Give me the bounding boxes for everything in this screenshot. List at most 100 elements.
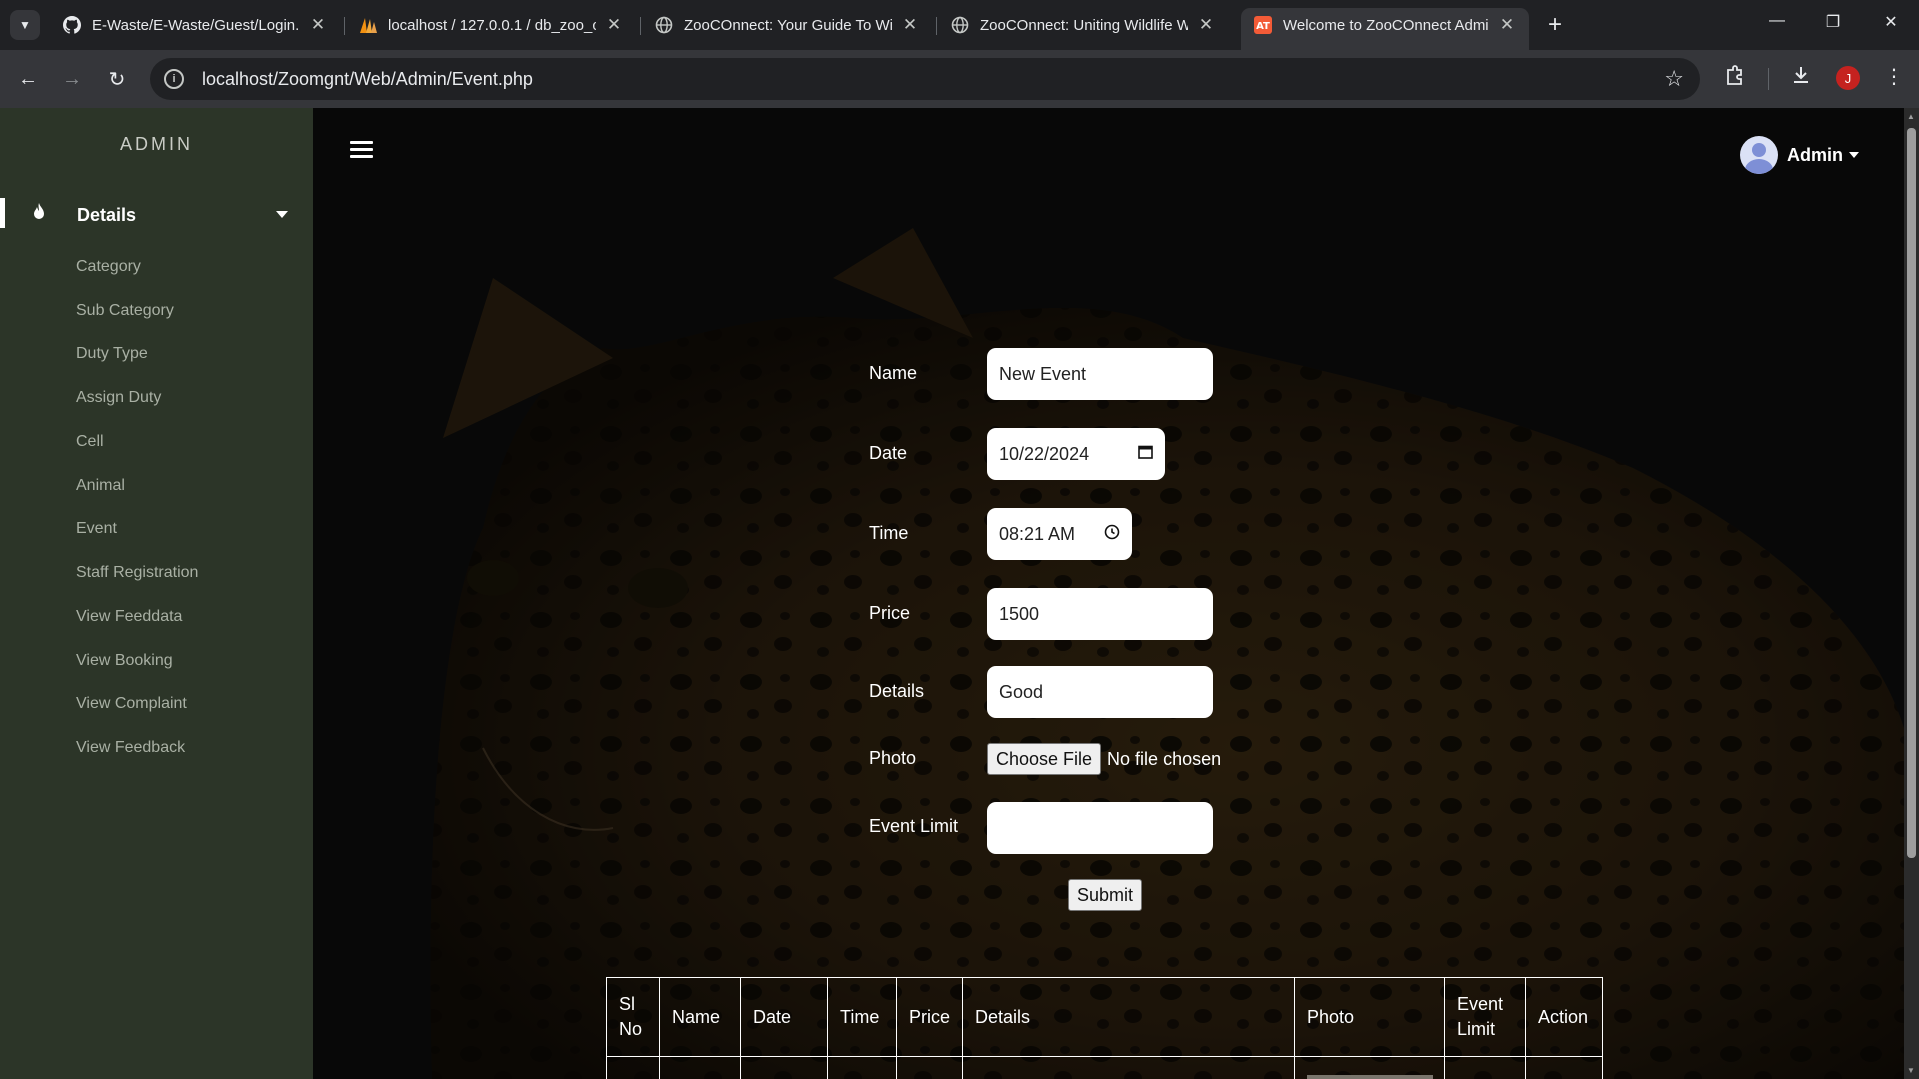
- globe-icon: [950, 15, 970, 35]
- globe-icon: [654, 15, 674, 35]
- site-info-icon[interactable]: i: [164, 69, 184, 89]
- reload-icon[interactable]: ↻: [101, 63, 133, 95]
- event-photo-thumbnail: [1307, 1074, 1434, 1079]
- sidebar-section-label: Details: [77, 205, 137, 225]
- sidebar-item-assign-duty[interactable]: Assign Duty: [76, 389, 161, 407]
- close-icon[interactable]: ✕: [604, 15, 624, 35]
- col-action: Action: [1525, 977, 1604, 1057]
- scrollbar-thumb[interactable]: [1907, 128, 1916, 858]
- sidebar-item-view-feeddata[interactable]: View Feeddata: [76, 608, 182, 626]
- scroll-up-icon[interactable]: ▲: [1907, 112, 1915, 121]
- close-icon[interactable]: ✕: [900, 15, 920, 35]
- choose-file-button[interactable]: Choose File: [987, 743, 1102, 775]
- tab-title: ZooCOnnect: Uniting Wildlife W: [980, 16, 1188, 34]
- main-content: Admin Name New Event Date 10/22/2024 Tim…: [313, 108, 1904, 1079]
- col-photo: Photo: [1294, 977, 1446, 1057]
- calendar-icon[interactable]: [1138, 444, 1153, 464]
- tab-title: localhost / 127.0.0.1 / db_zoo_c: [388, 16, 596, 34]
- photo-label: Photo: [869, 748, 917, 768]
- sidebar-item-view-feedback[interactable]: View Feedback: [76, 739, 185, 757]
- details-label: Details: [869, 681, 925, 701]
- col-details: Details: [962, 977, 1296, 1057]
- tab-zooconnect-guide[interactable]: ZooCOnnect: Your Guide To Wil ✕: [642, 8, 932, 42]
- col-sl-no: Sl No: [606, 977, 660, 1057]
- download-icon[interactable]: [1790, 64, 1812, 92]
- svg-text:AT: AT: [1256, 21, 1270, 32]
- sidebar-item-staff-registration[interactable]: Staff Registration: [76, 564, 198, 582]
- admin-user-menu[interactable]: Admin: [1740, 136, 1859, 174]
- tab-search-icon[interactable]: ▼: [10, 10, 40, 40]
- tab-zooconnect-uniting[interactable]: ZooCOnnect: Uniting Wildlife W ✕: [938, 8, 1228, 42]
- col-price: Price: [895, 977, 964, 1057]
- forward-icon[interactable]: →: [56, 63, 88, 95]
- sidebar-item-view-complaint[interactable]: View Complaint: [76, 695, 187, 713]
- tab-title: ZooCOnnect: Your Guide To Wil: [684, 16, 892, 34]
- page-scrollbar[interactable]: ▲ ▼: [1904, 108, 1919, 1079]
- clock-icon[interactable]: [1104, 524, 1120, 545]
- github-icon: [62, 15, 82, 35]
- name-value: New Event: [999, 363, 1087, 384]
- chevron-down-icon: [1849, 152, 1859, 158]
- sidebar-item-duty-type[interactable]: Duty Type: [76, 345, 148, 363]
- fire-icon: [34, 203, 44, 219]
- date-label: Date: [869, 443, 908, 463]
- close-icon[interactable]: ✕: [1196, 15, 1216, 35]
- bookmark-star-icon[interactable]: ☆: [1664, 66, 1684, 92]
- price-label: Price: [869, 603, 911, 623]
- sidebar-brand: ADMIN: [120, 134, 193, 154]
- user-avatar-icon: [1740, 136, 1778, 174]
- sidebar: ADMIN Details Category Sub Category Duty…: [0, 108, 313, 1079]
- scroll-down-icon[interactable]: ▼: [1907, 1066, 1915, 1075]
- time-field[interactable]: 08:21 AM: [987, 508, 1132, 560]
- col-name: Name: [659, 977, 741, 1057]
- sidebar-item-view-booking[interactable]: View Booking: [76, 652, 173, 670]
- col-time: Time: [827, 977, 897, 1057]
- admin-template-icon: AT: [1253, 15, 1273, 35]
- browser-toolbar: ← → ↻ i localhost/Zoomgnt/Web/Admin/Even…: [0, 50, 1919, 108]
- details-value: Good: [999, 681, 1044, 702]
- menu-toggle-icon[interactable]: [350, 141, 373, 159]
- tab-strip: ▼ E-Waste/E-Waste/Guest/Login.p ✕ localh…: [0, 0, 1919, 50]
- tab-title: E-Waste/E-Waste/Guest/Login.p: [92, 16, 300, 34]
- col-event-limit: Event Limit: [1444, 977, 1527, 1057]
- sidebar-section-details[interactable]: Details: [0, 198, 313, 232]
- close-icon[interactable]: ✕: [308, 15, 328, 35]
- tab-zooconnect-admin[interactable]: AT Welcome to ZooCOnnect Admi ✕: [1241, 8, 1529, 50]
- url-text: localhost/Zoomgnt/Web/Admin/Event.php: [202, 68, 533, 89]
- sidebar-item-cell[interactable]: Cell: [76, 433, 104, 451]
- event-limit-label: Event Limit: [869, 816, 959, 836]
- name-field[interactable]: New Event: [987, 348, 1213, 400]
- photo-file-input: Choose File No file chosen: [987, 743, 1221, 775]
- sidebar-item-category[interactable]: Category: [76, 258, 141, 276]
- address-bar[interactable]: i localhost/Zoomgnt/Web/Admin/Event.php …: [150, 58, 1700, 100]
- event-limit-field[interactable]: [987, 802, 1213, 854]
- table-row: [606, 1056, 1604, 1079]
- time-label: Time: [869, 523, 909, 543]
- name-label: Name: [869, 363, 918, 383]
- tab-ewaste[interactable]: E-Waste/E-Waste/Guest/Login.p ✕: [50, 8, 340, 42]
- active-indicator: [0, 198, 5, 228]
- extensions-icon[interactable]: [1724, 64, 1746, 92]
- events-table: Sl No Name Date Time Price Details Photo …: [606, 977, 1604, 1079]
- details-field[interactable]: Good: [987, 666, 1213, 718]
- menu-kebab-icon[interactable]: ⋮: [1884, 64, 1904, 89]
- profile-avatar[interactable]: J: [1836, 66, 1860, 90]
- sidebar-item-animal[interactable]: Animal: [76, 477, 125, 495]
- close-icon[interactable]: ✕: [1497, 15, 1517, 35]
- price-field[interactable]: 1500: [987, 588, 1213, 640]
- minimize-icon[interactable]: —: [1762, 12, 1792, 30]
- tab-phpmyadmin[interactable]: localhost / 127.0.0.1 / db_zoo_c ✕: [346, 8, 636, 42]
- back-icon[interactable]: ←: [12, 63, 44, 95]
- file-status: No file chosen: [1107, 748, 1222, 769]
- sidebar-item-event[interactable]: Event: [76, 520, 117, 538]
- tab-title: Welcome to ZooCOnnect Admi: [1283, 16, 1489, 34]
- new-tab-icon[interactable]: +: [1540, 10, 1570, 40]
- submit-button[interactable]: Submit: [1068, 879, 1143, 911]
- phpmyadmin-icon: [358, 15, 378, 35]
- sidebar-item-sub-category[interactable]: Sub Category: [76, 302, 174, 320]
- table-header-row: Sl No Name Date Time Price Details Photo …: [606, 977, 1604, 1057]
- restore-icon[interactable]: ❐: [1818, 12, 1848, 32]
- window-close-icon[interactable]: ✕: [1876, 12, 1906, 32]
- time-value: 08:21 AM: [999, 523, 1076, 544]
- date-field[interactable]: 10/22/2024: [987, 428, 1165, 480]
